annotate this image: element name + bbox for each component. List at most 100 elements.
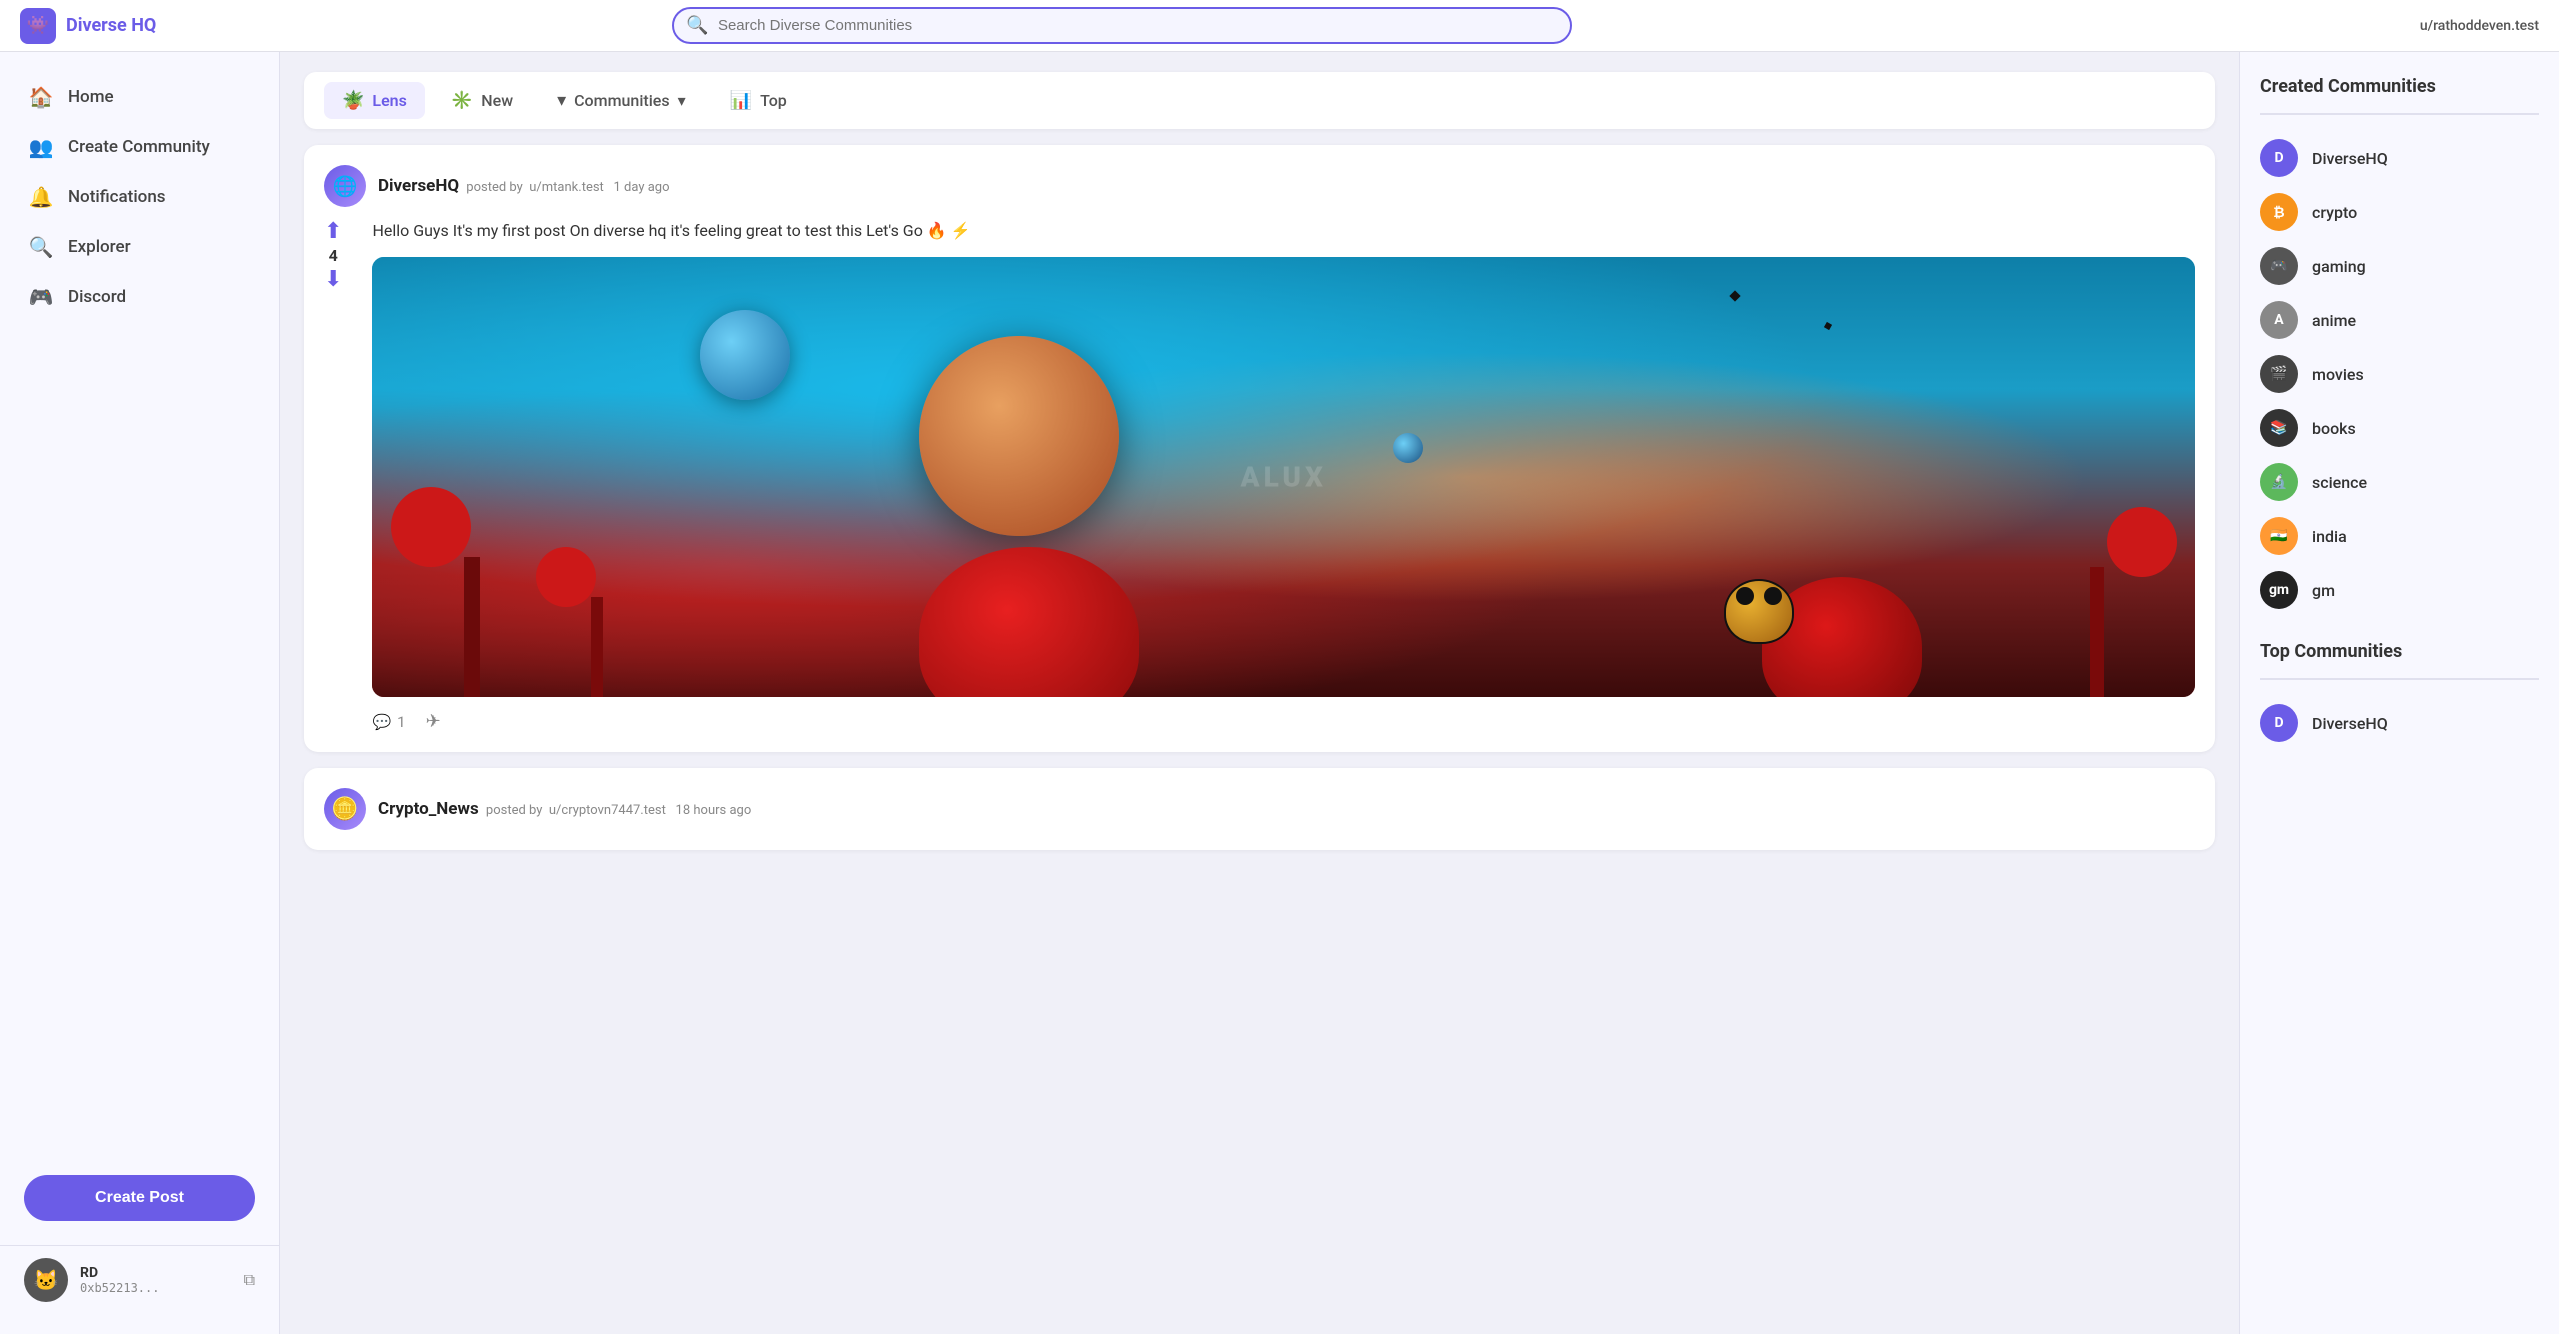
planet-2	[919, 336, 1119, 536]
community-avatar-gaming: 🎮	[2260, 247, 2298, 285]
sidebar-item-notifications[interactable]: 🔔 Notifications	[0, 172, 279, 222]
communities-tab-icon: ▾	[557, 90, 566, 111]
app-name: Diverse HQ	[66, 15, 156, 36]
tree-top-1	[391, 487, 471, 567]
community-item-books[interactable]: 📚 books	[2260, 401, 2539, 455]
avatar: 🐱	[24, 1258, 68, 1302]
post-header: 🌐 DiverseHQ posted by u/mtank.test 1 day…	[324, 165, 2195, 207]
sidebar-item-create-community[interactable]: 👥 Create Community	[0, 122, 279, 172]
post-image-scene: ALUX	[372, 257, 2195, 697]
community-name-crypto: crypto	[2312, 203, 2357, 222]
community-item-india[interactable]: 🇮🇳 india	[2260, 509, 2539, 563]
lens-tab-icon: 🪴	[342, 90, 364, 111]
second-post-author: u/cryptovn7447.test	[549, 803, 666, 818]
community-avatar-books: 📚	[2260, 409, 2298, 447]
user-handle: u/rathoddeven.test	[2420, 18, 2539, 34]
top-communities-list: D DiverseHQ	[2260, 696, 2539, 750]
community-item-anime[interactable]: A anime	[2260, 293, 2539, 347]
sidebar-item-label-create-community: Create Community	[68, 137, 210, 157]
community-item-movies[interactable]: 🎬 movies	[2260, 347, 2539, 401]
lens-tab-label: Lens	[372, 91, 406, 110]
sidebar-item-label-explorer: Explorer	[68, 237, 131, 257]
created-communities-list: D DiverseHQ ₿ crypto 🎮 gaming A anime 🎬 …	[2260, 131, 2539, 617]
community-avatar-science: 🔬	[2260, 463, 2298, 501]
community-item-gaming[interactable]: 🎮 gaming	[2260, 239, 2539, 293]
user-address: 0xb52213...	[80, 1281, 232, 1295]
new-tab-icon: ✳️	[451, 90, 473, 111]
downvote-button[interactable]: ⬇	[324, 267, 342, 292]
community-name-gm: gm	[2312, 581, 2335, 600]
feed-tabs: 🪴Lens✳️New▾Communities▾📊Top	[304, 72, 2215, 129]
planet-1	[700, 310, 790, 400]
sidebar-item-discord[interactable]: 🎮Discord	[0, 272, 279, 322]
second-post-community-name[interactable]: Crypto_News	[378, 799, 479, 819]
community-name-science: science	[2312, 473, 2367, 492]
ladybug-eye-l	[1736, 587, 1754, 605]
nav-items: 🏠 Home 👥 Create Community 🔔 Notifications 🔍 Exp…	[0, 72, 279, 322]
community-avatar-crypto: ₿	[2260, 193, 2298, 231]
divider-1	[2260, 113, 2539, 115]
ladybug	[1724, 579, 1794, 644]
top-tab-label: Top	[760, 91, 787, 110]
post-submeta: posted by u/mtank.test 1 day ago	[463, 180, 669, 195]
explorer-icon: 🔍	[28, 235, 54, 259]
community-avatar-gm: gm	[2260, 571, 2298, 609]
post-main-content: Hello Guys It's my first post On diverse…	[372, 219, 2195, 732]
comment-count: 1	[397, 713, 405, 731]
second-post-time: 18 hours ago	[676, 803, 752, 818]
post-community-icon: 🌐	[324, 165, 366, 207]
post-card: 🌐 DiverseHQ posted by u/mtank.test 1 day…	[304, 145, 2215, 752]
comment-button[interactable]: 💬 1	[372, 713, 405, 731]
community-name-india: india	[2312, 527, 2347, 546]
tree-trunk-2	[591, 597, 603, 697]
sidebar-item-label-home: Home	[68, 87, 114, 107]
community-name-anime: anime	[2312, 311, 2356, 330]
post-text: Hello Guys It's my first post On diverse…	[372, 219, 2195, 243]
right-sidebar: Created Communities D DiverseHQ ₿ crypto…	[2239, 52, 2559, 1334]
community-name-diversehq: DiverseHQ	[2312, 149, 2388, 168]
community-avatar-diversehq: D	[2260, 139, 2298, 177]
tab-communities[interactable]: ▾Communities▾	[539, 82, 704, 119]
discord-icon: 🎮	[28, 285, 54, 309]
post-time: 1 day ago	[614, 180, 670, 195]
user-info: RD 0xb52213...	[80, 1265, 232, 1295]
sidebar-item-explorer[interactable]: 🔍 Explorer	[0, 222, 279, 272]
community-item-diversehq[interactable]: D DiverseHQ	[2260, 131, 2539, 185]
create-community-icon: 👥	[28, 135, 54, 159]
watermark: ALUX	[1241, 461, 1327, 494]
post-body: ⬆ 4 ⬇ Hello Guys It's my first post On d…	[324, 219, 2195, 732]
post-meta: DiverseHQ posted by u/mtank.test 1 day a…	[378, 176, 2195, 196]
main-feed: 🪴Lens✳️New▾Communities▾📊Top 🌐 DiverseHQ …	[280, 52, 2239, 1334]
community-item-gm[interactable]: gm gm	[2260, 563, 2539, 617]
create-post-button[interactable]: Create Post	[24, 1175, 255, 1221]
post-community-name[interactable]: DiverseHQ	[378, 176, 459, 196]
share-button[interactable]: ✈	[426, 711, 441, 732]
tab-top[interactable]: 📊Top	[712, 82, 805, 119]
top-community-item-diversehq-top[interactable]: D DiverseHQ	[2260, 696, 2539, 750]
share-icon: ✈	[426, 711, 441, 732]
community-name-gaming: gaming	[2312, 257, 2366, 276]
top-communities-title: Top Communities	[2260, 641, 2539, 662]
community-item-crypto[interactable]: ₿ crypto	[2260, 185, 2539, 239]
page-body: 🏠 Home 👥 Create Community 🔔 Notifications 🔍 Exp…	[0, 52, 2559, 1334]
community-item-science[interactable]: 🔬 science	[2260, 455, 2539, 509]
copy-address-icon[interactable]: ⧉	[244, 1270, 255, 1290]
notifications-icon: 🔔	[28, 185, 54, 209]
top-community-avatar-diversehq-top: D	[2260, 704, 2298, 742]
communities-tab-label: Communities	[574, 91, 670, 110]
created-communities-title: Created Communities	[2260, 76, 2539, 97]
tree-trunk-3	[2090, 567, 2104, 697]
ladybug-eye-r	[1764, 587, 1782, 605]
sidebar-item-home[interactable]: 🏠 Home	[0, 72, 279, 122]
sidebar-item-label-notifications: Notifications	[68, 187, 166, 207]
search-input[interactable]	[672, 7, 1572, 44]
app-logo-icon: 👾	[20, 8, 56, 44]
community-name-books: books	[2312, 419, 2356, 438]
upvote-button[interactable]: ⬆	[324, 219, 342, 244]
tab-lens[interactable]: 🪴 Lens	[324, 82, 425, 119]
tab-new[interactable]: ✳️New	[433, 82, 531, 119]
tree-trunk-1	[464, 557, 480, 697]
home-icon: 🏠	[28, 85, 54, 109]
user-name: RD	[80, 1265, 232, 1281]
second-post-meta: Crypto_News posted by u/cryptovn7447.tes…	[378, 799, 2195, 819]
